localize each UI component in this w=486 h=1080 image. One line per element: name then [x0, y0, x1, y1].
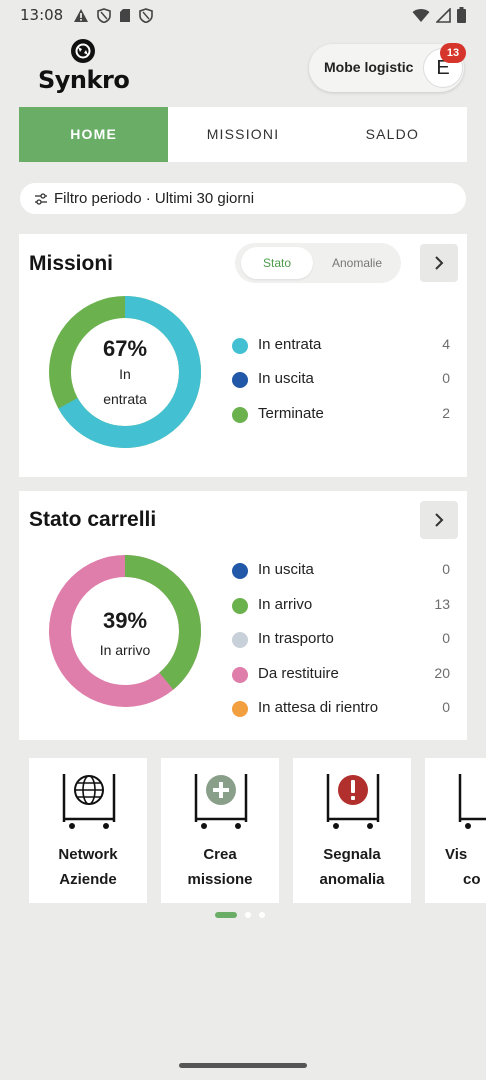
warning-icon	[74, 8, 89, 22]
tab-home[interactable]: HOME	[19, 107, 169, 162]
logo-text: Synkro	[38, 66, 130, 94]
carrelli-card: Stato carrelli 39% In arrivo In uscita 0…	[19, 491, 467, 740]
action-label-line1: Crea	[203, 846, 237, 863]
sd-card-icon	[120, 8, 131, 22]
legend-label: In attesa di rientro	[258, 699, 379, 716]
legend-value: 20	[434, 665, 450, 681]
missioni-detail-button[interactable]	[420, 244, 458, 282]
legend-dot	[232, 632, 248, 648]
legend-label: Da restituire	[258, 665, 339, 682]
shield-icon	[97, 7, 112, 23]
filter-label: Filtro periodo · Ultimi 30 giorni	[54, 190, 255, 207]
legend-dot	[232, 338, 248, 354]
legend-value: 0	[442, 561, 450, 577]
legend-item-in-uscita: In uscita 0	[232, 369, 450, 391]
action-label: Vis co	[425, 842, 486, 892]
notification-badge[interactable]: 13	[440, 43, 466, 63]
carrelli-detail-button[interactable]	[420, 501, 458, 539]
quick-actions-carousel[interactable]: Network Aziende Crea missione Segnala an…	[0, 758, 486, 904]
app-header: Synkro Mobe logistic E 13	[0, 34, 486, 100]
legend-item-in-trasporto: In trasporto 0	[232, 629, 450, 651]
legend-value: 13	[434, 596, 450, 612]
action-segnala-anomalia[interactable]: Segnala anomalia	[293, 758, 411, 903]
globe-cart-icon	[62, 774, 116, 829]
chevron-right-icon	[435, 513, 444, 527]
segment-anomalie[interactable]: Anomalie	[317, 247, 397, 279]
legend-item-in-attesa-di-rientro: In attesa di rientro 0	[232, 698, 450, 720]
legend-dot	[232, 407, 248, 423]
legend-value: 0	[442, 630, 450, 646]
legend-label: In arrivo	[258, 596, 313, 613]
action-label-line1: Vis	[445, 846, 468, 863]
synkro-logo: Synkro	[36, 38, 136, 98]
battery-icon	[457, 7, 466, 23]
legend-label: Terminate	[258, 405, 324, 422]
wifi-icon	[412, 8, 430, 22]
legend-label: In uscita	[258, 370, 314, 387]
action-label-line2: missione	[187, 871, 253, 888]
carrelli-donut-percent: 39%	[102, 608, 148, 633]
missioni-donut-line2: entrata	[103, 391, 147, 407]
legend-item-in-uscita: In uscita 0	[232, 560, 450, 582]
home-indicator[interactable]	[179, 1063, 307, 1068]
pagination-dot-active[interactable]	[215, 912, 237, 918]
tab-saldo[interactable]: SALDO	[318, 107, 467, 162]
legend-label: In trasporto	[258, 630, 334, 647]
status-time: 13:08	[20, 6, 64, 24]
action-label: Network Aziende	[29, 842, 147, 892]
legend-label: In uscita	[258, 561, 314, 578]
main-tabs: HOME MISSIONI SALDO	[19, 107, 467, 162]
action-label: Segnala anomalia	[293, 842, 411, 892]
legend-dot	[232, 563, 248, 579]
legend-label: In entrata	[258, 336, 322, 353]
missioni-segmented-control: Stato Anomalie	[235, 243, 401, 283]
action-network-aziende[interactable]: Network Aziende	[29, 758, 147, 903]
missioni-donut-center: 67% In entrata	[45, 336, 205, 412]
filter-sliders-icon	[35, 192, 47, 205]
action-label-line2: Aziende	[59, 871, 117, 888]
segment-stato[interactable]: Stato	[241, 247, 313, 279]
account-name: Mobe logistic	[324, 59, 414, 75]
alert-cart-icon	[326, 774, 380, 829]
carrelli-title: Stato carrelli	[29, 508, 157, 531]
shield-icon	[139, 7, 154, 23]
pagination-dot[interactable]	[245, 912, 251, 918]
legend-dot	[232, 701, 248, 717]
legend-dot	[232, 372, 248, 388]
legend-value: 0	[442, 370, 450, 386]
missioni-card: Missioni Stato Anomalie 67% In entrata I…	[19, 234, 467, 477]
tab-missioni[interactable]: MISSIONI	[168, 107, 317, 162]
synkro-logo-icon	[71, 39, 95, 63]
action-crea-missione[interactable]: Crea missione	[161, 758, 279, 903]
action-label-line2: co	[463, 871, 481, 888]
legend-value: 2	[442, 405, 450, 421]
signal-icon	[436, 7, 451, 23]
legend-dot	[232, 667, 248, 683]
action-label-line1: Network	[58, 846, 118, 863]
legend-value: 0	[442, 699, 450, 715]
carousel-pagination	[215, 912, 265, 918]
legend-item-da-restituire: Da restituire 20	[232, 664, 450, 686]
action-label-line1: Segnala	[323, 846, 381, 863]
carrelli-donut-center: 39% In arrivo	[45, 608, 205, 663]
legend-value: 4	[442, 336, 450, 352]
cart-icon	[458, 774, 486, 829]
legend-dot	[232, 598, 248, 614]
carrelli-donut-line1: In arrivo	[99, 642, 151, 658]
legend-item-in-entrata: In entrata 4	[232, 335, 450, 357]
legend-item-in-arrivo: In arrivo 13	[232, 595, 450, 617]
action-partial-next[interactable]: Vis co	[425, 758, 486, 903]
pagination-dot[interactable]	[259, 912, 265, 918]
add-cart-icon	[194, 774, 248, 829]
legend-item-terminate: Terminate 2	[232, 404, 450, 426]
action-label: Crea missione	[161, 842, 279, 892]
missioni-donut-percent: 67%	[102, 336, 148, 361]
chevron-right-icon	[435, 256, 444, 270]
missioni-donut-line1: In	[119, 366, 131, 382]
period-filter[interactable]: Filtro periodo · Ultimi 30 giorni	[20, 183, 466, 214]
action-label-line2: anomalia	[319, 871, 385, 888]
account-switcher[interactable]: Mobe logistic E 13	[309, 43, 466, 92]
missioni-title: Missioni	[29, 252, 114, 275]
status-bar: 13:08	[0, 0, 486, 30]
